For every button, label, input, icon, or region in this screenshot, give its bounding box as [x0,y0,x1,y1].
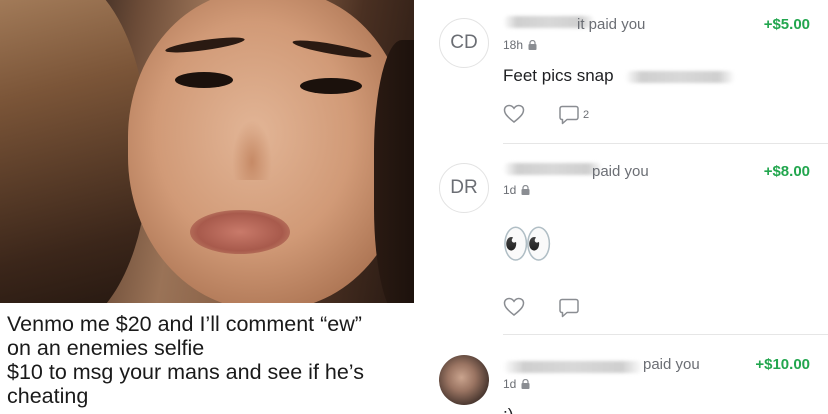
caption-line: on an enemies selfie [7,336,205,360]
photo-hair-right [374,40,414,303]
avatar[interactable]: DR [439,163,489,213]
payment-time: 18h [503,38,524,52]
meme-caption: Venmo me $20 and I’ll comment “ew” on an… [7,312,412,408]
payment-action: it paid you [577,16,646,33]
selfie-photo [0,0,414,303]
payment-action: paid you [592,163,649,180]
redacted-name [503,163,603,175]
payment-feed[interactable]: CD it paid you +$5.00 18h Feet pics snap… [415,0,828,414]
payment-time: 1d [503,183,517,197]
payment-amount: +$5.00 [763,16,810,33]
lock-icon [521,379,530,389]
comment-icon [559,105,579,125]
payment-amount: +$10.00 [755,356,810,373]
caption-line: cheating [7,384,89,408]
redacted-handle [625,71,735,83]
like-button[interactable] [503,297,525,317]
comment-button[interactable] [558,297,580,319]
payment-time: 1d [503,377,517,391]
redacted-name [503,361,643,373]
payment-meta: 1d [503,183,530,197]
payment-meta: 1d [503,377,530,391]
comment-button[interactable]: 2 [558,104,589,126]
caption-line: $10 to msg your mans and see if he’s [7,360,364,384]
avatar[interactable]: CD [439,18,489,68]
photo-eye-left [175,72,233,88]
photo-lips [190,210,290,254]
payment-meta: 18h [503,38,537,52]
payment-note: Feet pics snap [503,66,614,85]
avatar[interactable] [439,355,489,405]
transaction-item[interactable]: DR paid you +$8.00 1d 👀 [415,145,828,335]
transaction-item[interactable]: CD it paid you +$5.00 18h Feet pics snap… [415,0,828,145]
caption-line: Venmo me $20 and I’ll comment “ew” [7,312,362,336]
lock-icon [521,185,530,195]
eyes-emoji: 👀 [501,220,554,267]
meme-left-panel: Venmo me $20 and I’ll comment “ew” on an… [0,0,414,414]
comment-icon [559,298,579,318]
like-button[interactable] [503,104,525,124]
payment-note: ;) [503,405,513,414]
divider [503,143,828,144]
comment-count: 2 [583,109,590,121]
heart-icon [503,297,525,316]
lock-icon [528,40,537,50]
payment-amount: +$8.00 [763,163,810,180]
payment-action: paid you [643,356,700,373]
photo-eye-right [300,78,362,94]
heart-icon [503,104,525,123]
transaction-item[interactable]: paid you +$10.00 1d ;) [415,335,828,414]
photo-nose [232,120,272,180]
